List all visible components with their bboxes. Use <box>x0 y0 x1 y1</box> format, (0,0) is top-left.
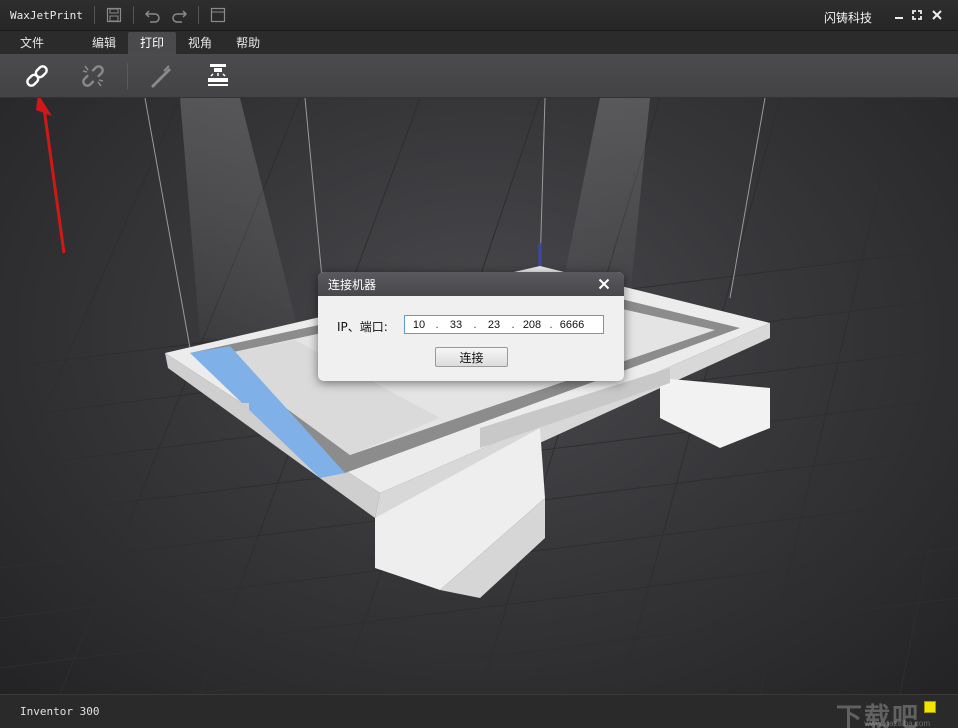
connect-button[interactable]: 连接 <box>435 347 508 367</box>
platform-button[interactable] <box>202 60 234 92</box>
restore-icon[interactable] <box>908 6 926 24</box>
dialog-title: 连接机器 <box>328 277 377 292</box>
ip-octet-2[interactable]: 33 <box>441 319 471 331</box>
3d-viewport[interactable] <box>0 98 958 694</box>
status-indicator-icon <box>924 701 936 713</box>
divider <box>133 6 134 24</box>
ip-separator: . <box>511 318 515 331</box>
ip-address-field[interactable]: 10 . 33 . 23 . 208 . 6666 <box>404 315 604 334</box>
divider <box>94 6 95 24</box>
ip-separator: . <box>549 318 553 331</box>
menu-print[interactable]: 打印 <box>128 32 177 54</box>
printer-model-label: Inventor 300 <box>20 705 100 718</box>
ip-separator: . <box>473 318 477 331</box>
ip-octet-1[interactable]: 10 <box>405 319 433 331</box>
print-button[interactable] <box>145 60 177 92</box>
toolbar-divider <box>127 63 128 89</box>
redo-icon[interactable] <box>168 4 190 26</box>
ip-octet-4[interactable]: 208 <box>517 319 547 331</box>
disconnect-machine-button[interactable] <box>77 60 109 92</box>
menu-help[interactable]: 帮助 <box>224 32 272 54</box>
connect-machine-dialog: 连接机器 IP、端口: 10 . 33 . 23 . 208 . 6666 连接 <box>318 272 624 381</box>
menu-file[interactable]: 文件 <box>0 32 64 54</box>
status-bar: Inventor 300 下载吧 www.xiazaiba.com <box>0 694 958 728</box>
connect-machine-button[interactable] <box>21 60 53 92</box>
ip-port-label: IP、端口: <box>337 320 388 334</box>
window-layout-icon[interactable] <box>207 4 229 26</box>
minimize-icon[interactable] <box>890 6 908 24</box>
ip-separator: . <box>435 318 439 331</box>
ip-octet-3[interactable]: 23 <box>479 319 509 331</box>
unlink-icon <box>82 65 104 87</box>
toolbar <box>0 54 958 98</box>
nozzle-icon <box>151 65 171 88</box>
dialog-header: 连接机器 <box>318 272 624 296</box>
menu-edit[interactable]: 编辑 <box>80 32 128 54</box>
save-icon[interactable] <box>103 4 125 26</box>
annotation-arrow <box>36 98 66 254</box>
port-field[interactable]: 6666 <box>555 319 589 331</box>
title-bar: WaxJetPrint 闪铸科技 <box>0 0 958 31</box>
watermark-url: www.xiazaiba.com <box>864 719 930 728</box>
divider <box>198 6 199 24</box>
app-title: WaxJetPrint <box>10 8 83 22</box>
menu-view[interactable]: 视角 <box>176 32 224 54</box>
dialog-close-icon[interactable] <box>596 276 612 292</box>
link-icon <box>26 65 48 87</box>
undo-icon[interactable] <box>142 4 164 26</box>
close-icon[interactable] <box>928 6 946 24</box>
brand-label: 闪铸科技 <box>823 11 872 25</box>
menu-bar: 文件 编辑 打印 视角 帮助 <box>0 31 958 54</box>
platform-icon <box>208 64 228 86</box>
